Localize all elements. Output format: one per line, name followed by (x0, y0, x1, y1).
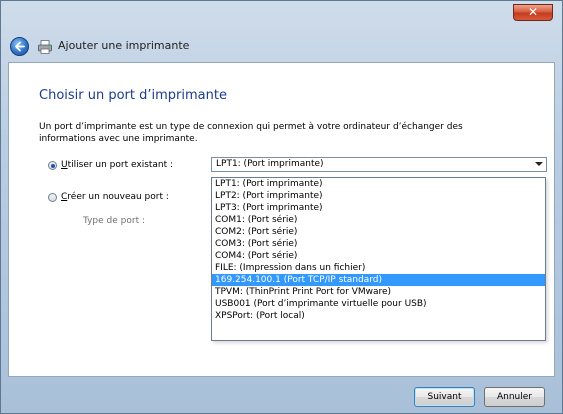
new-port-label[interactable]: Créer un nouveau port : (61, 192, 169, 202)
back-arrow-icon (15, 41, 25, 52)
navigation-bar: Ajouter une imprimante (8, 32, 553, 62)
dropdown-item[interactable]: FILE: (Impression dans un fichier) (212, 262, 545, 274)
dropdown-item[interactable]: XPSPort: (Port local) (212, 310, 545, 322)
dropdown-arrow-icon[interactable] (535, 162, 543, 166)
dropdown-item[interactable]: 169.254.100.1 (Port TCP/IP standard) (212, 274, 545, 286)
dropdown-item[interactable]: USB001 (Port d’imprimante virtuelle pour… (212, 298, 545, 310)
dropdown-item[interactable]: TPVM: (ThinPrint Print Port for VMware) (212, 286, 545, 298)
combo-selected-value: LPT1: (Port imprimante) (216, 159, 324, 169)
page-heading: Choisir un port d’imprimante (39, 88, 227, 103)
close-button[interactable]: ✕ (513, 4, 553, 21)
dropdown-item[interactable]: LPT1: (Port imprimante) (212, 178, 545, 190)
dropdown-item[interactable]: COM1: (Port série) (212, 214, 545, 226)
dialog-footer: Suivant Annuler (8, 377, 555, 414)
existing-port-label[interactable]: Utiliser un port existant : (61, 160, 173, 170)
dropdown-item[interactable]: LPT3: (Port imprimante) (212, 202, 545, 214)
window-title: Ajouter une imprimante (58, 39, 190, 52)
dropdown-item[interactable]: LPT2: (Port imprimante) (212, 190, 545, 202)
dropdown-item[interactable]: COM4: (Port série) (212, 250, 545, 262)
new-port-radio[interactable] (48, 193, 57, 202)
dropdown-item[interactable]: COM2: (Port série) (212, 226, 545, 238)
page-description: Un port d’imprimante est un type de conn… (39, 122, 463, 144)
port-type-label: Type de port : (83, 216, 145, 226)
printer-icon (38, 40, 52, 54)
cancel-button[interactable]: Annuler (484, 387, 545, 407)
dropdown-item[interactable]: COM3: (Port série) (212, 238, 545, 250)
port-dropdown-list[interactable]: LPT1: (Port imprimante) LPT2: (Port impri… (211, 177, 546, 341)
existing-port-radio[interactable] (48, 161, 57, 170)
back-button[interactable] (10, 37, 29, 56)
existing-port-combobox[interactable]: LPT1: (Port imprimante) (211, 157, 547, 172)
next-button[interactable]: Suivant (414, 387, 475, 407)
